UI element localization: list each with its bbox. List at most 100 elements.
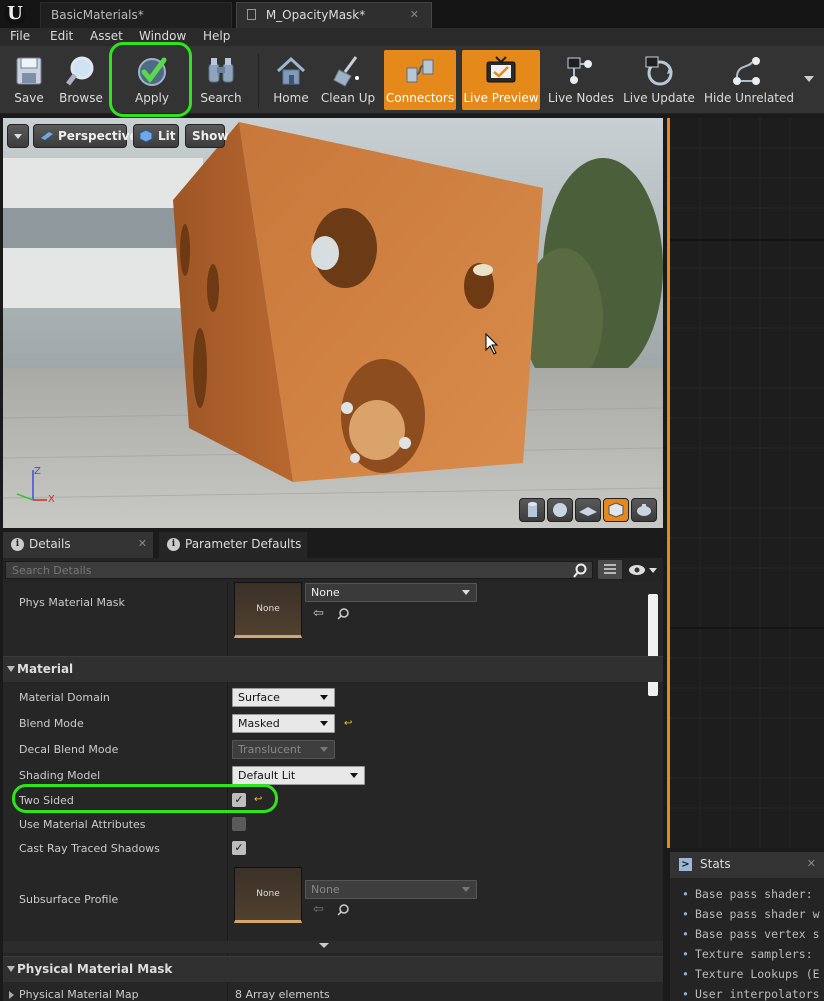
cylinder-icon [528, 502, 537, 517]
axis-z-label: Z [34, 466, 41, 477]
search-button[interactable]: Search [196, 50, 246, 110]
plane-icon [579, 507, 597, 516]
lit-cube-icon [139, 129, 153, 143]
teapot-icon [637, 504, 651, 516]
cast-ray-traced-shadows-label: Cast Ray Traced Shadows [19, 842, 160, 855]
preview-viewport[interactable]: Z X Perspective Lit Show [3, 118, 663, 528]
browse-search-icon[interactable] [336, 903, 350, 917]
close-icon[interactable]: ✕ [410, 3, 419, 27]
close-icon[interactable]: ✕ [807, 857, 816, 870]
house-icon [276, 56, 306, 85]
shading-model-label: Shading Model [19, 769, 101, 782]
perspective-button[interactable]: Perspective [33, 124, 138, 148]
details-panel: i Details ✕ i Parameter Defaults Search … [3, 532, 663, 1001]
lit-mode-button[interactable]: Lit [133, 124, 179, 148]
live-preview-button[interactable]: Live Preview [462, 50, 540, 110]
shading-model-dropdown[interactable]: Default Lit [232, 766, 365, 785]
stats-icon: > [679, 858, 692, 871]
sphere-icon [553, 503, 567, 517]
use-selected-arrow-icon: ⇦ [313, 902, 324, 917]
tab-details[interactable]: i Details ✕ [3, 532, 153, 558]
home-button[interactable]: Home [268, 50, 314, 110]
decal-blend-mode-label: Decal Blend Mode [19, 743, 119, 756]
hide-unrelated-button[interactable]: Hide Unrelated [704, 50, 794, 110]
show-button[interactable]: Show [185, 124, 229, 148]
unreal-logo-icon[interactable]: U [4, 3, 26, 25]
tab-basic-materials[interactable]: BasicMaterials* [40, 2, 232, 28]
phys-material-mask-thumbnail[interactable]: None [234, 582, 302, 638]
stat-line: • Base pass shader: [682, 887, 813, 901]
physical-material-map-value: 8 Array elements [235, 988, 330, 1001]
blend-mode-dropdown[interactable]: Masked [232, 714, 335, 733]
info-icon: i [11, 538, 24, 551]
search-details-input[interactable]: Search Details [5, 561, 593, 579]
tab-label: M_OpacityMask* [265, 8, 366, 22]
physical-material-map-label: Physical Material Map [19, 988, 139, 1001]
cylinder-preview-button[interactable] [519, 498, 545, 522]
connectors-icon [406, 59, 434, 83]
phys-material-mask-dropdown[interactable]: None [305, 583, 477, 602]
teapot-preview-button[interactable] [631, 498, 657, 522]
toolbar-overflow-chevron-icon[interactable] [804, 76, 814, 82]
axis-x-label: X [48, 494, 55, 505]
menu-file[interactable]: File [10, 28, 30, 46]
blend-mode-label: Blend Mode [19, 717, 84, 730]
menu-help[interactable]: Help [203, 28, 230, 46]
cube-preview-button[interactable] [603, 498, 629, 522]
expand-advanced-row[interactable] [3, 941, 663, 953]
binoculars-icon [208, 58, 234, 83]
sphere-preview-button[interactable] [547, 498, 573, 522]
tab-parameter-defaults[interactable]: i Parameter Defaults [159, 532, 307, 558]
use-material-attributes-checkbox[interactable] [232, 817, 246, 831]
use-material-attributes-label: Use Material Attributes [19, 818, 146, 831]
phys-material-mask-label: Phys Material Mask [19, 596, 125, 609]
live-nodes-button[interactable]: Live Nodes [546, 50, 616, 110]
decal-blend-mode-dropdown: Translucent [232, 740, 335, 759]
use-selected-arrow-icon[interactable]: ⇦ [313, 606, 324, 621]
save-button[interactable]: Save [4, 50, 54, 110]
stat-line: • Base pass vertex s [682, 927, 820, 941]
refresh-clock-icon [645, 56, 673, 86]
clean-up-button[interactable]: Clean Up [318, 50, 378, 110]
apply-highlight-annotation [109, 42, 192, 117]
material-domain-dropdown[interactable]: Surface [232, 688, 335, 707]
menu-edit[interactable]: Edit [50, 28, 73, 46]
subsurface-profile-dropdown: None [305, 880, 477, 899]
cast-ray-traced-shadows-checkbox[interactable]: ✓ [232, 841, 246, 855]
expand-arrow-icon[interactable] [9, 991, 14, 999]
live-update-button[interactable]: Live Update [622, 50, 696, 110]
chevron-down-icon [14, 134, 22, 139]
broom-icon [333, 56, 359, 87]
stats-tab[interactable]: > Stats ✕ [670, 852, 824, 878]
toolbar-separator [258, 54, 259, 108]
material-document-icon [247, 9, 256, 20]
view-options-list-button[interactable] [597, 559, 623, 580]
expand-down-icon [319, 943, 329, 948]
material-graph-panel[interactable] [667, 118, 824, 848]
material-domain-label: Material Domain [19, 691, 110, 704]
tab-label: BasicMaterials* [51, 8, 144, 22]
cube-icon [608, 502, 624, 518]
browse-search-icon[interactable] [336, 607, 350, 621]
list-view-icon [604, 564, 616, 574]
plane-preview-button[interactable] [575, 498, 601, 522]
subsurface-profile-thumbnail[interactable]: None [234, 867, 302, 923]
preview-scene [3, 118, 663, 528]
tab-opacity-mask[interactable]: M_OpacityMask* ✕ [236, 2, 432, 28]
reset-to-default-icon[interactable]: ↩ [344, 719, 354, 729]
stat-line: • Texture Lookups (E [682, 967, 820, 981]
graph-grid [670, 118, 824, 848]
connectors-button[interactable]: Connectors [384, 50, 456, 110]
viewport-options-button[interactable] [7, 124, 29, 148]
browse-button[interactable]: Browse [56, 50, 106, 110]
stat-line: • Texture samplers: [682, 947, 813, 961]
physical-material-mask-section-header[interactable]: Physical Material Mask [3, 956, 663, 982]
visibility-filter-button[interactable] [627, 563, 661, 577]
perspective-icon [41, 132, 53, 140]
close-icon[interactable]: ✕ [138, 532, 147, 556]
stat-line: • Base pass shader w [682, 907, 820, 921]
material-section-header[interactable]: Material [3, 656, 663, 682]
search-icon[interactable] [572, 563, 588, 579]
floppy-disk-icon [16, 57, 42, 85]
two-sided-highlight-annotation [12, 784, 278, 813]
